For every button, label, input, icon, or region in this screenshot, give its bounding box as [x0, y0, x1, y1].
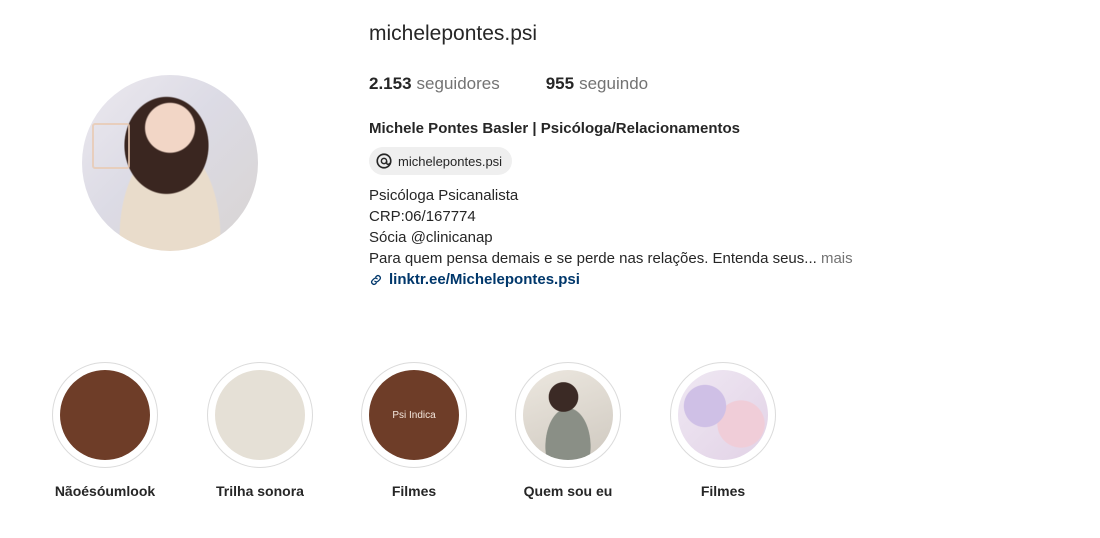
- highlight-item[interactable]: Nãoésóumlook: [52, 362, 158, 499]
- following-link[interactable]: 955 seguindo: [546, 74, 648, 94]
- highlight-item[interactable]: Filmes: [670, 362, 776, 499]
- bio-line: Sócia @clinicanap: [369, 229, 493, 246]
- highlight-cover: [523, 370, 613, 460]
- highlight-item[interactable]: Trilha sonora: [207, 362, 313, 499]
- highlight-label: Trilha sonora: [216, 483, 304, 499]
- threads-badge[interactable]: michelepontes.psi: [369, 147, 513, 175]
- link-text: linktr.ee/Michelepontes.psi: [389, 271, 580, 288]
- highlight-label: Filmes: [700, 483, 746, 499]
- highlight-cover: [60, 370, 150, 460]
- highlight-label: Quem sou eu: [523, 483, 613, 499]
- followers-link[interactable]: 2.153 seguidores: [369, 74, 500, 94]
- bio-line: Psicóloga Psicanalista: [369, 187, 519, 204]
- highlight-item[interactable]: Quem sou eu: [515, 362, 621, 499]
- highlight-ring: [52, 362, 158, 468]
- highlight-cover: [215, 370, 305, 460]
- highlight-label: Filmes: [391, 483, 437, 499]
- profile-avatar[interactable]: [82, 75, 258, 251]
- avatar-photo-decor: [92, 123, 130, 169]
- followers-count: 2.153: [369, 74, 412, 93]
- profile-external-link[interactable]: linktr.ee/Michelepontes.psi: [369, 269, 853, 290]
- followers-label: seguidores: [416, 74, 500, 93]
- highlight-ring: [515, 362, 621, 468]
- highlight-item[interactable]: Psi Indica Filmes: [361, 362, 467, 499]
- bio-line: Para quem pensa demais e se perde nas re…: [369, 248, 853, 269]
- threads-handle: michelepontes.psi: [398, 153, 503, 169]
- profile-full-name: Michele Pontes Basler | Psicóloga/Relaci…: [369, 120, 740, 137]
- highlight-ring: [207, 362, 313, 468]
- profile-username: michelepontes.psi: [369, 22, 538, 45]
- threads-icon: [376, 153, 392, 169]
- highlight-ring: [670, 362, 776, 468]
- following-count: 955: [545, 74, 575, 93]
- bio-line: CRP:06/167774: [369, 208, 476, 225]
- highlight-cover: [678, 370, 768, 460]
- highlight-label: Nãoésóumlook: [54, 483, 156, 499]
- profile-stats: 2.153 seguidores 955 seguindo: [369, 74, 648, 94]
- link-icon: [371, 274, 381, 285]
- highlight-ring: Psi Indica: [361, 362, 467, 468]
- profile-bio: Psicóloga Psicanalista CRP:06/167774 Sóc…: [369, 185, 853, 290]
- bio-more-button[interactable]: mais: [821, 250, 853, 267]
- following-label: seguindo: [579, 74, 649, 93]
- bio-last-line: Para quem pensa demais e se perde nas re…: [369, 250, 817, 267]
- highlight-cover-text: Psi Indica: [392, 409, 436, 421]
- highlight-cover: Psi Indica: [369, 370, 459, 460]
